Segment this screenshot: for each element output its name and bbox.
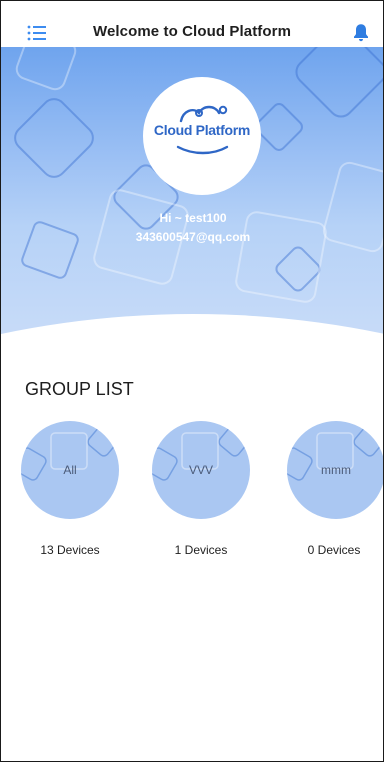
group-card-mmm[interactable]: mmm (287, 421, 383, 519)
group-name: All (63, 463, 77, 477)
group-device-count: 13 Devices (40, 543, 100, 557)
group-name: VVV (188, 463, 213, 477)
platform-logo: Cloud Platform (143, 77, 261, 195)
group-device-count: 1 Devices (174, 543, 228, 557)
user-greeting: Hi ~ test100 (159, 211, 227, 225)
top-app-bar: Welcome to Cloud Platform (1, 1, 383, 47)
group-name: mmm (321, 463, 351, 477)
banner-curve (1, 314, 383, 347)
user-email: 343600547@qq.com (135, 230, 251, 244)
page-title: Welcome to Cloud Platform (92, 23, 292, 40)
group-circle[interactable]: VVV (152, 421, 250, 519)
logo-label: Cloud Platform (153, 122, 251, 138)
app-screen: Welcome to Cloud Platform Cloud Platform… (0, 0, 384, 762)
group-circle[interactable]: All (21, 421, 119, 519)
group-device-count: 0 Devices (307, 543, 361, 557)
group-card-vvv[interactable]: VVV (152, 421, 252, 519)
bell-icon[interactable] (353, 23, 369, 42)
profile-banner: Cloud Platform Hi ~ test100 343600547@qq… (1, 47, 383, 347)
group-list: All 13 Devices VVV 1 Devices mmm 0 Devic… (1, 421, 383, 571)
group-card-all[interactable]: All (21, 421, 121, 519)
group-circle[interactable]: mmm (287, 421, 383, 519)
group-list-heading: GROUP LIST (25, 379, 134, 399)
